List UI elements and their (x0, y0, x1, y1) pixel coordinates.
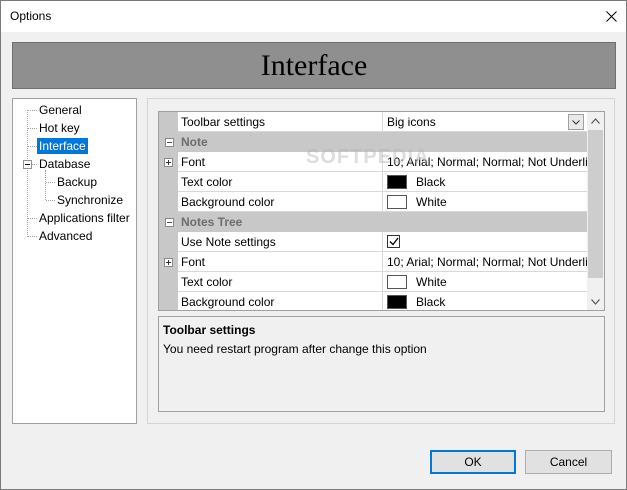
property-name: Use Note settings (178, 232, 383, 252)
tree-item-backup[interactable]: Backup (55, 174, 99, 190)
settings-tree: General Hot key Interface Database Backu… (12, 98, 137, 424)
row-gutter (159, 192, 178, 212)
category-label: Notes Tree (159, 212, 587, 232)
row-gutter (159, 272, 178, 292)
window-title: Options (10, 9, 52, 23)
scroll-up-button[interactable] (587, 112, 604, 129)
collapse-database-icon[interactable] (23, 160, 32, 169)
color-swatch (387, 294, 407, 309)
collapse-icon[interactable] (165, 218, 174, 227)
property-name: Text color (178, 272, 383, 292)
color-value[interactable]: White (383, 272, 587, 292)
property-row-note-text-color[interactable]: Text color Black (159, 172, 587, 192)
color-swatch (387, 274, 407, 289)
tree-item-general[interactable]: General (37, 102, 84, 118)
tree-connector (46, 200, 55, 201)
tree-connector (28, 128, 37, 129)
property-row-tree-font[interactable]: Font 10; Arial; Normal; Normal; Not Unde… (159, 252, 587, 272)
property-name: Font (178, 152, 383, 172)
ok-button[interactable]: OK (430, 450, 516, 474)
title-bar: Options (1, 1, 626, 32)
property-name: Font (178, 252, 383, 272)
tree-item-interface[interactable]: Interface (37, 138, 88, 154)
row-gutter (159, 252, 178, 272)
property-row-tree-text-color[interactable]: Text color White (159, 272, 587, 292)
chevron-down-icon (572, 119, 580, 125)
page-banner: Interface (12, 42, 616, 89)
expand-icon[interactable] (164, 158, 173, 167)
color-value[interactable]: Black (383, 172, 587, 192)
chevron-down-icon (591, 298, 600, 305)
property-grid: Toolbar settings Big icons Note Font 10;… (158, 111, 605, 311)
collapse-icon[interactable] (165, 138, 174, 147)
category-row-note[interactable]: Note (159, 132, 587, 152)
dropdown-value: Big icons (387, 115, 436, 129)
dropdown-button[interactable] (568, 114, 584, 130)
toolbar-settings-dropdown[interactable]: Big icons (383, 112, 587, 132)
row-gutter (159, 172, 178, 192)
tree-connector (45, 170, 46, 200)
property-value[interactable]: 10; Arial; Normal; Normal; Not Underli (383, 152, 587, 172)
tree-connector (28, 110, 37, 111)
color-swatch (387, 194, 407, 209)
checkmark-icon (389, 237, 399, 246)
description-title: Toolbar settings (163, 323, 256, 337)
color-value[interactable]: White (383, 192, 587, 212)
vertical-scrollbar[interactable] (587, 112, 604, 310)
close-icon (605, 11, 617, 22)
description-text: You need restart program after change th… (163, 342, 427, 356)
scroll-down-button[interactable] (587, 293, 604, 310)
tree-item-database[interactable]: Database (37, 156, 92, 172)
options-window: Options Interface General Hot key Interf… (0, 0, 627, 490)
property-row-note-font[interactable]: Font 10; Arial; Normal; Normal; Not Unde… (159, 152, 587, 172)
description-panel: Toolbar settings You need restart progra… (158, 316, 605, 412)
row-gutter (159, 152, 178, 172)
row-gutter (159, 112, 178, 132)
tree-connector (28, 236, 37, 237)
category-row-notes-tree[interactable]: Notes Tree (159, 212, 587, 232)
color-label: Black (416, 295, 446, 309)
color-label: White (416, 275, 447, 289)
row-gutter (159, 232, 178, 252)
property-row-note-background-color[interactable]: Background color White (159, 192, 587, 212)
tree-connector (46, 182, 55, 183)
property-name: Background color (178, 192, 383, 212)
color-label: Black (416, 175, 446, 189)
color-label: White (416, 195, 447, 209)
page-title: Interface (260, 48, 368, 82)
cancel-button[interactable]: Cancel (525, 450, 612, 474)
property-name: Background color (178, 292, 383, 310)
tree-item-synchronize[interactable]: Synchronize (55, 192, 125, 208)
use-note-settings-checkbox[interactable] (387, 235, 400, 249)
property-row-toolbar-settings[interactable]: Toolbar settings Big icons (159, 112, 587, 132)
expand-icon[interactable] (164, 258, 173, 267)
scroll-thumb[interactable] (588, 130, 603, 278)
checkbox-value[interactable] (383, 232, 587, 252)
color-value[interactable]: Black (383, 292, 587, 310)
row-gutter (159, 292, 178, 310)
tree-item-advanced[interactable]: Advanced (37, 228, 94, 244)
chevron-up-icon (591, 117, 600, 124)
property-row-tree-background-color[interactable]: Background color Black (159, 292, 587, 310)
tree-item-applications-filter[interactable]: Applications filter (37, 210, 132, 226)
property-value[interactable]: 10; Arial; Normal; Normal; Not Underli (383, 252, 587, 272)
category-label: Note (159, 132, 587, 152)
tree-connector (28, 146, 37, 147)
property-row-use-note-settings[interactable]: Use Note settings (159, 232, 587, 252)
color-swatch (387, 174, 407, 189)
tree-item-hot-key[interactable]: Hot key (37, 120, 82, 136)
property-name: Text color (178, 172, 383, 192)
tree-connector (28, 218, 37, 219)
property-name: Toolbar settings (178, 112, 383, 132)
close-button[interactable] (596, 1, 626, 32)
